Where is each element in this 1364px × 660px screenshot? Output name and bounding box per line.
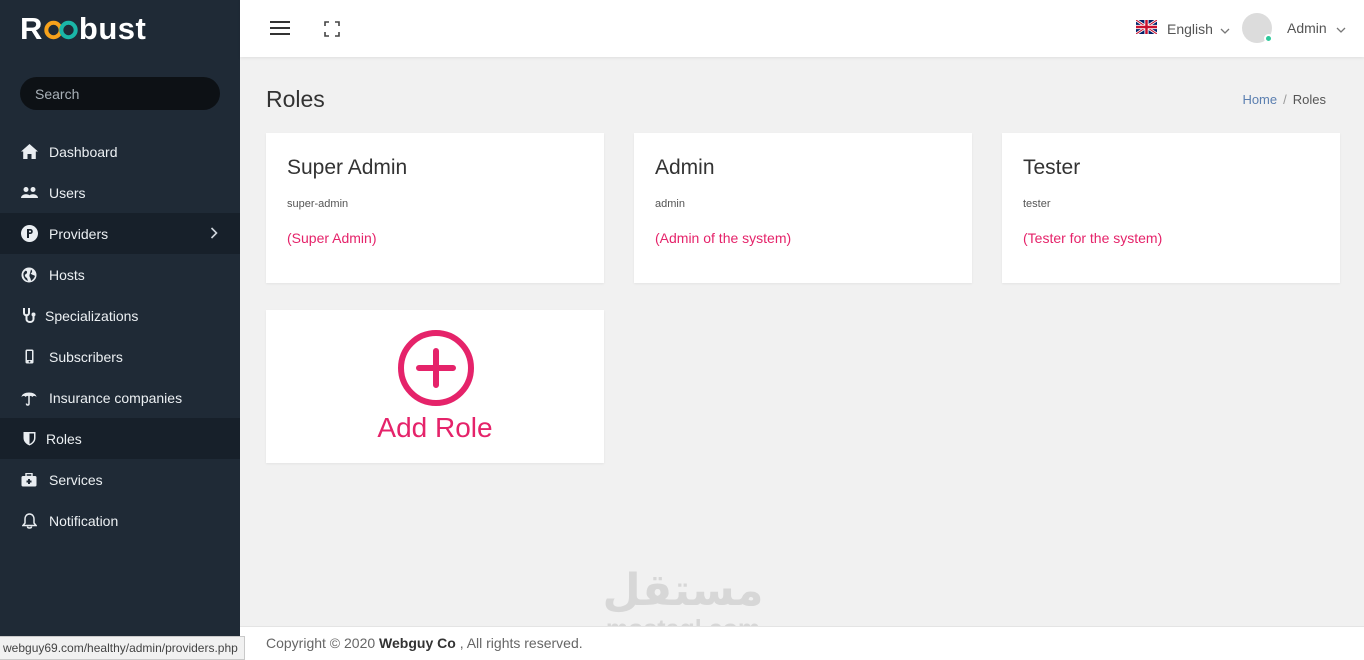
- footer-copyright: Copyright © 2020: [266, 635, 376, 651]
- role-slug: admin: [655, 198, 685, 210]
- footer-rights: , All rights reserved.: [459, 635, 583, 651]
- online-status-dot: [1264, 34, 1273, 43]
- role-description: (Admin of the system): [655, 230, 792, 246]
- brand-name-left: R: [20, 10, 43, 46]
- browser-status-url: webguy69.com/healthy/admin/providers.php: [0, 636, 245, 660]
- sidebar-item-providers[interactable]: Providers: [0, 213, 240, 254]
- language-label: English: [1167, 20, 1213, 37]
- add-role-label: Add Role: [377, 412, 493, 443]
- avatar: [1242, 13, 1273, 43]
- mobile-icon: [20, 348, 38, 366]
- sidebar-item-dashboard[interactable]: Dashboard: [0, 131, 240, 172]
- chevron-right-icon: [210, 226, 218, 242]
- role-description: (Tester for the system): [1023, 230, 1163, 246]
- sidebar-item-label: Roles: [46, 430, 82, 447]
- user-name: Admin: [1287, 20, 1327, 36]
- language-selector[interactable]: English: [1135, 18, 1230, 37]
- sidebar-item-roles[interactable]: Roles: [0, 418, 240, 459]
- fullscreen-icon[interactable]: [324, 21, 340, 37]
- page-title: Roles: [266, 86, 325, 112]
- role-card-super-admin[interactable]: Super Admin super-admin (Super Admin): [266, 133, 604, 283]
- footer: Copyright © 2020 Webguy Co , All rights …: [240, 626, 1364, 660]
- umbrella-icon: [20, 389, 38, 407]
- role-slug: super-admin: [287, 198, 349, 210]
- uk-flag-icon: [1135, 18, 1158, 37]
- role-card-admin[interactable]: Admin admin (Admin of the system): [634, 133, 972, 283]
- globe-icon: [20, 266, 38, 284]
- user-menu[interactable]: Admin: [1242, 13, 1346, 43]
- home-icon: [20, 143, 38, 161]
- sidebar-menu: Dashboard Users Providers Hosts Speciali…: [0, 131, 240, 541]
- hamburger-menu-icon[interactable]: [269, 19, 291, 37]
- plus-circle-icon: [397, 329, 475, 412]
- add-role-button[interactable]: Add Role: [266, 310, 604, 463]
- breadcrumb-separator: /: [1283, 92, 1287, 107]
- search-input[interactable]: [20, 77, 220, 110]
- sidebar-item-subscribers[interactable]: Subscribers: [0, 336, 240, 377]
- role-card-tester[interactable]: Tester tester (Tester for the system): [1002, 133, 1340, 283]
- sidebar-item-specializations[interactable]: Specializations: [0, 295, 240, 336]
- watermark-arabic: مستقل: [602, 566, 764, 615]
- chevron-down-icon: [1336, 20, 1346, 36]
- bell-icon: [20, 512, 38, 530]
- sidebar-item-label: Hosts: [49, 266, 85, 283]
- sidebar: R bust Dashboard Users: [0, 0, 240, 660]
- role-name: Super Admin: [287, 156, 408, 179]
- users-icon: [20, 184, 38, 202]
- topbar: English Admin: [240, 0, 1364, 57]
- sidebar-item-label: Insurance companies: [49, 389, 183, 406]
- sidebar-item-label: Notification: [49, 512, 119, 529]
- role-slug: tester: [1023, 198, 1051, 210]
- footer-company: Webguy Co: [379, 635, 456, 651]
- sidebar-item-label: Subscribers: [49, 348, 123, 365]
- breadcrumb-home-link[interactable]: Home: [1242, 92, 1277, 107]
- sidebar-item-insurance-companies[interactable]: Insurance companies: [0, 377, 240, 418]
- sidebar-item-label: Services: [49, 471, 103, 488]
- sidebar-item-users[interactable]: Users: [0, 172, 240, 213]
- breadcrumb-current: Roles: [1292, 92, 1326, 107]
- brand-logo[interactable]: R bust: [0, 0, 240, 57]
- p-circle-icon: [20, 225, 38, 243]
- stethoscope-icon: [20, 307, 38, 325]
- sidebar-item-label: Specializations: [45, 307, 139, 324]
- breadcrumb: Home / Roles: [1242, 92, 1326, 107]
- shield-icon: [20, 430, 38, 448]
- medkit-icon: [20, 471, 38, 489]
- sidebar-item-label: Dashboard: [49, 143, 118, 160]
- brand-name-right: bust: [78, 10, 147, 46]
- sidebar-item-label: Users: [49, 184, 86, 201]
- role-description: (Super Admin): [287, 230, 377, 246]
- sidebar-item-hosts[interactable]: Hosts: [0, 254, 240, 295]
- sidebar-item-notification[interactable]: Notification: [0, 500, 240, 541]
- infinity-logo-icon: [44, 18, 78, 40]
- role-name: Tester: [1023, 156, 1081, 179]
- chevron-down-icon: [1220, 21, 1230, 37]
- role-name: Admin: [655, 156, 715, 179]
- sidebar-item-services[interactable]: Services: [0, 459, 240, 500]
- sidebar-item-label: Providers: [49, 225, 109, 242]
